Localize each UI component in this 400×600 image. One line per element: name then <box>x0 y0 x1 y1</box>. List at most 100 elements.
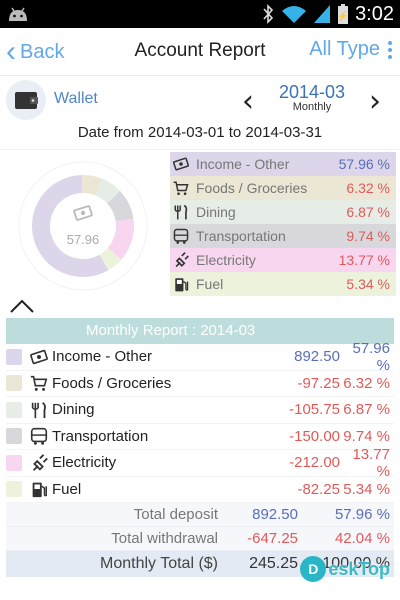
overflow-menu-icon[interactable] <box>388 40 392 59</box>
chart-legend: Income - Other 57.96 % Foods / Groceries 6.… <box>170 152 396 296</box>
pie-chart[interactable]: 57.96 <box>0 150 170 296</box>
watermark-letter: D <box>300 556 327 582</box>
fuel-icon <box>175 278 189 292</box>
legend-label: Dining <box>196 204 236 220</box>
legend-percent: 6.87 % <box>346 204 390 220</box>
table-row[interactable]: Foods / Groceries -97.25 6.32 % <box>6 371 394 397</box>
category-name: Income - Other <box>52 348 153 366</box>
period-value: 2014-03 <box>278 82 346 102</box>
back-button[interactable]: ‹ Back <box>6 36 64 68</box>
type-filter-label: All Type <box>309 38 380 60</box>
category-amount: -105.75 <box>289 401 340 419</box>
total-withdrawal-label: Total withdrawal <box>111 530 218 547</box>
category-percent: 13.77 % <box>352 445 390 480</box>
wallet-icon[interactable] <box>6 80 46 120</box>
table-row[interactable]: Transportation -150.00 9.74 % <box>6 424 394 450</box>
total-deposit-amount: 892.50 <box>252 506 298 523</box>
account-name[interactable]: Wallet <box>54 90 98 108</box>
status-clock: 3:02 <box>355 2 394 25</box>
legend-icon <box>170 225 192 247</box>
table-row[interactable]: Dining -105.75 6.87 % <box>6 397 394 424</box>
wifi-icon <box>282 6 307 23</box>
total-deposit-label: Total deposit <box>133 506 218 523</box>
category-icon <box>28 426 50 446</box>
bus-icon <box>173 228 189 244</box>
category-name: Fuel <box>52 480 82 498</box>
cart-icon <box>30 376 48 392</box>
report-header: Monthly Report : 2014-03 <box>6 318 394 344</box>
category-name: Foods / Groceries <box>52 374 172 392</box>
total-deposit-percent: 57.96 % <box>334 506 390 523</box>
legend-percent: 5.34 % <box>346 276 390 292</box>
status-bar: ⚡ 3:02 <box>0 0 400 28</box>
category-percent: 6.32 % <box>343 374 390 392</box>
legend-icon <box>170 153 192 175</box>
total-withdrawal-percent: 42.04 % <box>334 530 390 547</box>
svg-text:⚡: ⚡ <box>337 10 348 22</box>
legend-item[interactable]: Fuel 5.34 % <box>170 272 396 296</box>
legend-icon <box>170 201 192 223</box>
table-row[interactable]: Fuel -82.25 5.34 % <box>6 477 394 503</box>
plug-icon <box>32 453 48 471</box>
period-type: Monthly <box>292 101 332 113</box>
legend-item[interactable]: Dining 6.87 % <box>170 200 396 224</box>
category-icon <box>28 400 50 420</box>
legend-item[interactable]: Electricity 13.77 % <box>170 248 396 272</box>
next-period-button[interactable]: › <box>365 84 385 119</box>
legend-item[interactable]: Transportation 9.74 % <box>170 224 396 248</box>
legend-label: Transportation <box>196 228 286 244</box>
bluetooth-icon <box>263 4 274 24</box>
utensils-icon <box>174 204 188 220</box>
action-bar: ‹ Back Account Report All Type <box>0 28 400 76</box>
category-swatch <box>6 348 22 365</box>
utensils-icon <box>31 401 46 418</box>
total-withdrawal-row: Total withdrawal -647.25 42.04 % <box>6 527 394 551</box>
category-percent: 5.34 % <box>343 480 390 498</box>
category-amount: 892.50 <box>294 348 340 366</box>
battery-icon: ⚡ <box>337 4 349 24</box>
legend-item[interactable]: Foods / Groceries 6.32 % <box>170 176 396 200</box>
table-row[interactable]: Electricity -212.00 13.77 % <box>6 446 394 480</box>
legend-item[interactable]: Income - Other 57.96 % <box>170 152 396 176</box>
category-name: Transportation <box>52 427 149 445</box>
legend-label: Fuel <box>196 276 224 292</box>
watermark-logo: D eskTop <box>300 556 390 582</box>
category-swatch <box>6 375 22 392</box>
fuel-icon <box>32 482 47 498</box>
legend-icon <box>170 249 192 271</box>
category-swatch <box>6 454 22 471</box>
category-name: Dining <box>52 401 95 419</box>
legend-percent: 57.96 % <box>338 156 390 172</box>
money-icon <box>30 349 48 364</box>
report-table: Income - Other 892.50 57.96 % Foods / Groce… <box>6 340 394 503</box>
pie-center-money-icon <box>73 205 93 221</box>
bus-icon <box>30 428 48 445</box>
category-percent: 9.74 % <box>343 427 390 445</box>
period-selector[interactable]: 2014-03 Monthly <box>262 82 362 113</box>
legend-percent: 13.77 % <box>338 252 390 268</box>
page-title: Account Report <box>134 40 266 61</box>
account-row: Wallet ‹ 2014-03 Monthly › <box>0 76 400 124</box>
category-name: Electricity <box>52 454 117 472</box>
type-filter-button[interactable]: All Type <box>309 38 392 61</box>
legend-icon <box>170 177 192 199</box>
chevron-left-icon: ‹ <box>6 35 16 68</box>
date-range: Date from 2014-03-01 to 2014-03-31 <box>0 124 400 150</box>
money-icon <box>172 157 190 171</box>
table-row[interactable]: Income - Other 892.50 57.96 % <box>6 340 394 374</box>
legend-label: Foods / Groceries <box>196 180 308 196</box>
category-amount: -212.00 <box>289 454 340 472</box>
cart-icon <box>173 181 189 196</box>
signal-icon <box>314 5 331 23</box>
collapse-chart-icon[interactable] <box>8 296 36 316</box>
category-swatch <box>6 401 22 418</box>
legend-label: Income - Other <box>196 156 290 172</box>
legend-percent: 9.74 % <box>346 228 390 244</box>
android-icon <box>9 7 27 21</box>
category-icon <box>28 347 50 367</box>
previous-period-button[interactable]: ‹ <box>238 84 258 119</box>
monthly-total-amount: 245.25 <box>249 555 298 572</box>
category-amount: -97.25 <box>297 374 340 392</box>
total-withdrawal-amount: -647.25 <box>247 530 298 547</box>
plug-icon <box>175 252 189 268</box>
